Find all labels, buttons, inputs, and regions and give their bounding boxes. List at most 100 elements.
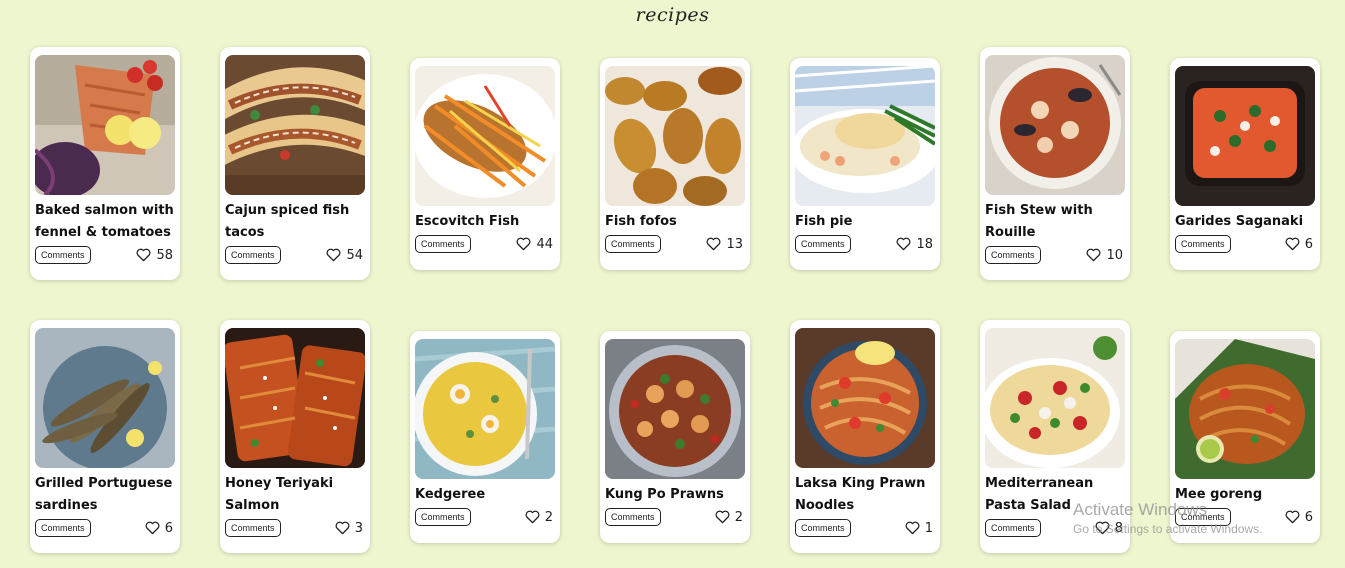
recipe-title: Garides Saganaki [1175, 214, 1304, 229]
teriyaki-salmon-image[interactable] [225, 328, 365, 468]
card-footer: Comments 2 [605, 508, 745, 526]
heart-icon[interactable] [516, 237, 531, 251]
like-count-value: 3 [354, 520, 363, 536]
like-count-value: 44 [536, 236, 553, 252]
heart-icon[interactable] [706, 237, 721, 251]
recipe-title: Laksa King Prawn Noodles [795, 476, 926, 513]
recipe-title: Fish Stew with Rouille [985, 203, 1093, 240]
sardines-image[interactable] [35, 328, 175, 468]
comments-button[interactable]: Comments [1175, 235, 1231, 253]
recipe-card[interactable]: Baked salmon with fennel & tomatoes Comm… [30, 47, 180, 280]
recipe-title: Fish fofos [605, 214, 677, 229]
comments-button[interactable]: Comments [415, 235, 471, 253]
escovitch-fish-image[interactable] [415, 66, 555, 206]
recipe-card[interactable]: Honey Teriyaki Salmon Comments 3 [220, 320, 370, 553]
comments-button[interactable]: Comments [225, 246, 281, 264]
card-footer: Comments 1 [795, 519, 935, 537]
heart-icon[interactable] [525, 510, 540, 524]
comments-button[interactable]: Comments [1175, 508, 1231, 526]
heart-icon[interactable] [326, 248, 341, 262]
recipe-title: Mee goreng mamak [1175, 487, 1263, 524]
like-count[interactable]: 6 [145, 521, 173, 536]
recipe-card[interactable]: Escovitch Fish Comments 44 [410, 58, 560, 270]
like-count[interactable]: 18 [896, 237, 933, 252]
card-footer: Comments 3 [225, 519, 365, 537]
recipe-card[interactable]: Kedgeree Comments 2 [410, 331, 560, 543]
recipe-title: Grilled Portuguese sardines [35, 476, 173, 513]
comments-button[interactable]: Comments [985, 519, 1041, 537]
fish-tacos-image[interactable] [225, 55, 365, 195]
like-count-value: 8 [1114, 520, 1123, 536]
fish-stew-image[interactable] [985, 55, 1125, 195]
like-count-value: 6 [1304, 236, 1313, 252]
recipe-card[interactable]: Mediterranean Pasta Salad Comments 8 [980, 320, 1130, 553]
heart-icon[interactable] [1086, 248, 1101, 262]
garides-saganaki-image[interactable] [1175, 66, 1315, 206]
recipe-card[interactable]: Fish pie Comments 18 [790, 58, 940, 270]
heart-icon[interactable] [335, 521, 350, 535]
recipe-title: Mediterranean Pasta Salad [985, 476, 1094, 513]
fish-fofos-image[interactable] [605, 66, 745, 206]
like-count[interactable]: 2 [715, 510, 743, 525]
recipe-card[interactable]: Cajun spiced fish tacos Comments 54 [220, 47, 370, 280]
like-count-value: 54 [346, 247, 363, 263]
recipe-card[interactable]: Kung Po Prawns Comments 2 [600, 331, 750, 543]
recipe-card[interactable]: Fish fofos Comments 13 [600, 58, 750, 270]
recipe-card[interactable]: Grilled Portuguese sardines Comments 6 [30, 320, 180, 553]
baked-salmon-image[interactable] [35, 55, 175, 195]
recipe-title: Fish pie [795, 214, 853, 229]
like-count[interactable]: 2 [525, 510, 553, 525]
laksa-noodles-image[interactable] [795, 328, 935, 468]
like-count-value: 2 [544, 509, 553, 525]
like-count[interactable]: 54 [326, 248, 363, 263]
like-count-value: 10 [1106, 247, 1123, 263]
pasta-salad-image[interactable] [985, 328, 1125, 468]
fish-pie-image[interactable] [795, 66, 935, 206]
recipe-card[interactable]: Laksa King Prawn Noodles Comments 1 [790, 320, 940, 553]
heart-icon[interactable] [905, 521, 920, 535]
comments-button[interactable]: Comments [605, 508, 661, 526]
recipe-card[interactable]: Mee goreng mamak Comments 6 [1170, 331, 1320, 543]
comments-button[interactable]: Comments [985, 246, 1041, 264]
heart-icon[interactable] [145, 521, 160, 535]
comments-button[interactable]: Comments [795, 519, 851, 537]
like-count-value: 6 [1304, 509, 1313, 525]
heart-icon[interactable] [136, 248, 151, 262]
card-footer: Comments 58 [35, 246, 175, 264]
like-count[interactable]: 3 [335, 521, 363, 536]
kedgeree-image[interactable] [415, 339, 555, 479]
card-footer: Comments 18 [795, 235, 935, 253]
like-count[interactable]: 44 [516, 237, 553, 252]
kung-po-prawns-image[interactable] [605, 339, 745, 479]
recipe-title: Escovitch Fish [415, 214, 520, 229]
recipe-card[interactable]: Garides Saganaki Comments 6 [1170, 58, 1320, 270]
heart-icon[interactable] [1285, 510, 1300, 524]
like-count[interactable]: 6 [1285, 510, 1313, 525]
comments-button[interactable]: Comments [795, 235, 851, 253]
like-count[interactable]: 13 [706, 237, 743, 252]
like-count-value: 58 [156, 247, 173, 263]
recipe-card[interactable]: Fish Stew with Rouille Comments 10 [980, 47, 1130, 280]
like-count[interactable]: 1 [905, 521, 933, 536]
card-footer: Comments 44 [415, 235, 555, 253]
like-count[interactable]: 58 [136, 248, 173, 263]
heart-icon[interactable] [1095, 521, 1110, 535]
like-count[interactable]: 6 [1285, 237, 1313, 252]
card-footer: Comments 2 [415, 508, 555, 526]
comments-button[interactable]: Comments [605, 235, 661, 253]
comments-button[interactable]: Comments [225, 519, 281, 537]
heart-icon[interactable] [1285, 237, 1300, 251]
like-count[interactable]: 8 [1095, 521, 1123, 536]
mee-goreng-image[interactable] [1175, 339, 1315, 479]
like-count[interactable]: 10 [1086, 248, 1123, 263]
card-footer: Comments 10 [985, 246, 1125, 264]
recipe-title: Honey Teriyaki Salmon [225, 476, 334, 513]
like-count-value: 1 [924, 520, 933, 536]
card-footer: Comments 54 [225, 246, 365, 264]
comments-button[interactable]: Comments [415, 508, 471, 526]
heart-icon[interactable] [715, 510, 730, 524]
heart-icon[interactable] [896, 237, 911, 251]
comments-button[interactable]: Comments [35, 519, 91, 537]
comments-button[interactable]: Comments [35, 246, 91, 264]
like-count-value: 6 [164, 520, 173, 536]
